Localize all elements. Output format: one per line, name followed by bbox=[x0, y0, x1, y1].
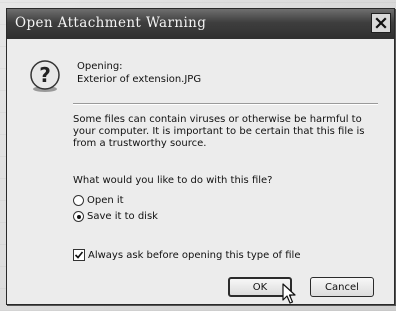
attachment-filename: Exterior of extension.JPG bbox=[77, 74, 202, 85]
always-ask-checkbox[interactable] bbox=[73, 249, 85, 261]
radio-open-it[interactable]: Open it bbox=[73, 195, 124, 206]
divider bbox=[73, 103, 378, 105]
opening-label: Opening: bbox=[77, 61, 123, 72]
radio-button[interactable] bbox=[73, 195, 84, 206]
svg-text:?: ? bbox=[39, 63, 51, 87]
radio-save-to-disk[interactable]: Save it to disk bbox=[73, 211, 158, 222]
close-button[interactable] bbox=[371, 13, 391, 33]
cancel-button[interactable]: Cancel bbox=[310, 277, 374, 297]
action-question: What would you like to do with this file… bbox=[73, 175, 273, 186]
always-ask-label: Always ask before opening this type of f… bbox=[88, 249, 301, 261]
question-icon: ? bbox=[30, 60, 60, 92]
radio-label: Save it to disk bbox=[87, 211, 158, 222]
always-ask-checkbox-row[interactable]: Always ask before opening this type of f… bbox=[73, 249, 301, 261]
close-icon bbox=[375, 17, 387, 29]
warning-message: Some files can contain viruses or otherw… bbox=[73, 114, 365, 149]
checkmark-icon bbox=[74, 251, 84, 259]
radio-label: Open it bbox=[87, 195, 124, 206]
open-attachment-warning-dialog: Open Attachment Warning ? Opening: Exter… bbox=[6, 8, 395, 305]
dialog-title: Open Attachment Warning bbox=[15, 15, 207, 31]
title-bar[interactable]: Open Attachment Warning bbox=[7, 9, 394, 39]
mouse-pointer-icon bbox=[282, 283, 296, 304]
radio-button-selected[interactable] bbox=[73, 211, 84, 222]
